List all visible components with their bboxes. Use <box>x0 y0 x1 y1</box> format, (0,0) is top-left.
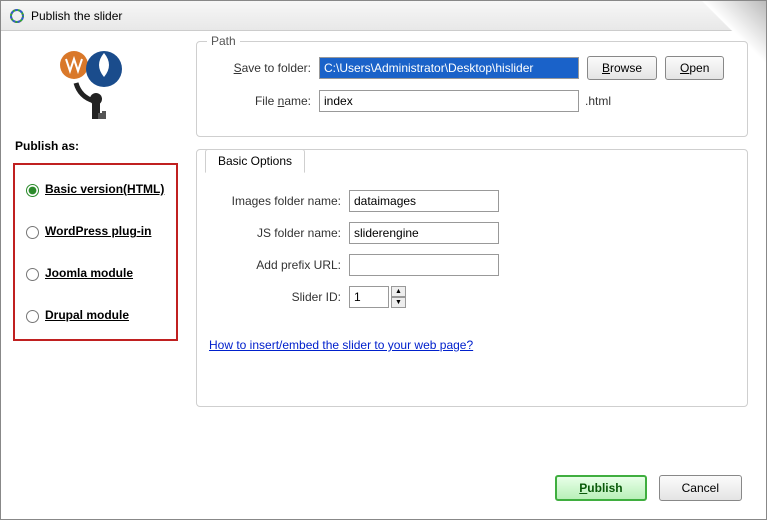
radio-joomla-label: Joomla module <box>45 266 133 280</box>
dialog-window: Publish the slider Publish as: <box>0 0 767 520</box>
basic-options-panel: Basic Options Images folder name: JS fol… <box>196 149 748 407</box>
help-link[interactable]: How to insert/embed the slider to your w… <box>209 338 473 352</box>
radio-joomla[interactable]: Joomla module <box>21 265 170 281</box>
radio-basic-label: Basic version(HTML) <box>45 182 164 196</box>
save-to-folder-label: Save to folder: <box>209 61 319 75</box>
radio-basic-input[interactable] <box>26 184 39 197</box>
images-folder-label: Images folder name: <box>209 194 349 208</box>
cms-logos <box>46 43 146 123</box>
slider-id-input[interactable] <box>349 286 389 308</box>
file-name-input[interactable] <box>319 90 579 112</box>
js-folder-input[interactable] <box>349 222 499 244</box>
dialog-content: Publish as: Basic version(HTML) WordPres… <box>1 31 766 519</box>
slider-id-spinner[interactable]: ▲ ▼ <box>349 286 406 308</box>
images-folder-input[interactable] <box>349 190 499 212</box>
tab-basic-options[interactable]: Basic Options <box>205 149 305 173</box>
cancel-button[interactable]: Cancel <box>659 475 742 501</box>
prefix-label: Add prefix URL: <box>209 258 349 272</box>
spinner-down-icon[interactable]: ▼ <box>391 297 406 308</box>
images-folder-row: Images folder name: <box>209 190 735 212</box>
browse-button[interactable]: Browse <box>587 56 657 80</box>
js-folder-row: JS folder name: <box>209 222 735 244</box>
sidebar: Publish as: Basic version(HTML) WordPres… <box>1 31 186 519</box>
spinner-up-icon[interactable]: ▲ <box>391 286 406 297</box>
radio-drupal-input[interactable] <box>26 310 39 323</box>
radio-wordpress-input[interactable] <box>26 226 39 239</box>
open-button[interactable]: Open <box>665 56 724 80</box>
radio-wordpress-label: WordPress plug-in <box>45 224 151 238</box>
file-ext-label: .html <box>585 94 611 108</box>
save-to-folder-row: Save to folder: Browse Open <box>209 56 735 80</box>
radio-basic-version[interactable]: Basic version(HTML) <box>21 181 170 197</box>
radio-drupal[interactable]: Drupal module <box>21 307 170 323</box>
publish-options-box: Basic version(HTML) WordPress plug-in Jo… <box>13 163 178 341</box>
right-panel: Path Save to folder: Browse Open File na… <box>186 31 766 519</box>
slider-id-label: Slider ID: <box>209 290 349 304</box>
prefix-input[interactable] <box>349 254 499 276</box>
prefix-row: Add prefix URL: <box>209 254 735 276</box>
path-fieldset: Path Save to folder: Browse Open File na… <box>196 41 748 137</box>
publish-as-label: Publish as: <box>15 139 178 153</box>
path-legend: Path <box>207 34 240 48</box>
publish-button[interactable]: Publish <box>555 475 646 501</box>
radio-drupal-label: Drupal module <box>45 308 129 322</box>
dialog-footer: Publish Cancel <box>555 475 742 501</box>
window-title: Publish the slider <box>31 9 122 23</box>
js-folder-label: JS folder name: <box>209 226 349 240</box>
file-name-label: File name: <box>209 94 319 108</box>
slider-id-row: Slider ID: ▲ ▼ <box>209 286 735 308</box>
radio-joomla-input[interactable] <box>26 268 39 281</box>
titlebar: Publish the slider <box>1 1 766 31</box>
radio-wordpress[interactable]: WordPress plug-in <box>21 223 170 239</box>
file-name-row: File name: .html <box>209 90 735 112</box>
publish-button-rest: ublish <box>587 481 622 495</box>
app-icon <box>9 8 25 24</box>
save-to-folder-input[interactable] <box>319 57 579 79</box>
